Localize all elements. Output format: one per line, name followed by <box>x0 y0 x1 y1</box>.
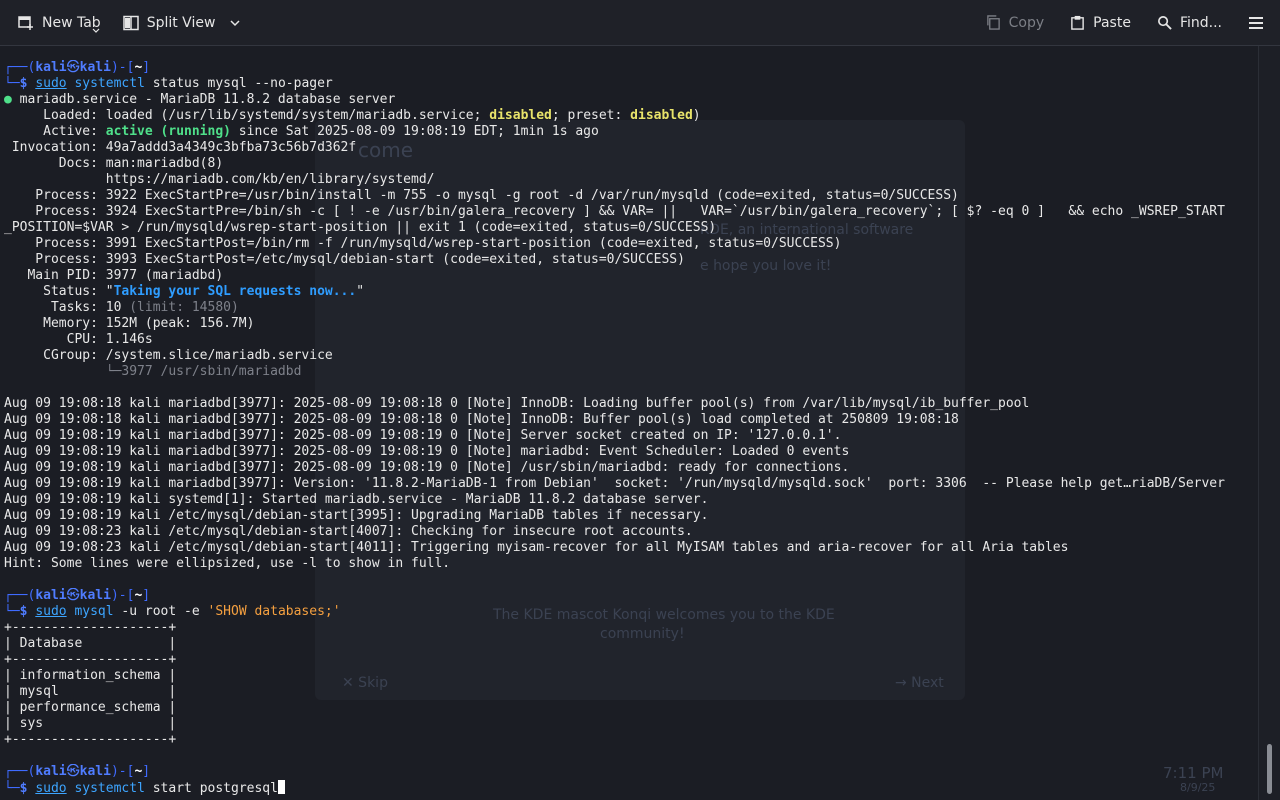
status-line: Status: "Taking your SQL requests now...… <box>4 284 365 299</box>
log-line: Aug 09 19:08:19 kali mariadbd[3977]: 202… <box>4 460 850 475</box>
docs-line: Docs: man:mariadbd(8) <box>4 156 224 171</box>
table-border: +--------------------+ <box>4 652 177 667</box>
service-line: ● mariadb.service - MariaDB 11.8.2 datab… <box>4 92 396 107</box>
process-line: Process: 3991 ExecStartPost=/bin/rm -f /… <box>4 236 842 251</box>
log-line: Aug 09 19:08:19 kali mariadbd[3977]: 202… <box>4 444 850 459</box>
prompt-line: ┌──(kali㉿kali)-[~] <box>4 764 151 779</box>
split-view-label: Split View <box>146 14 216 31</box>
command-input-line[interactable]: └─$ sudo systemctl start postgresql <box>4 780 1256 796</box>
log-line: Aug 09 19:08:18 kali mariadbd[3977]: 202… <box>4 396 1030 411</box>
table-row: | sys | <box>4 716 177 731</box>
log-line: Aug 09 19:08:23 kali /etc/mysql/debian-s… <box>4 524 693 539</box>
new-tab-menu-caret-icon[interactable] <box>92 28 100 34</box>
log-line: Aug 09 19:08:19 kali /etc/mysql/debian-s… <box>4 508 709 523</box>
copy-label: Copy <box>1008 14 1045 31</box>
log-line: Aug 09 19:08:19 kali mariadbd[3977]: 202… <box>4 428 842 443</box>
scrollbar-thumb[interactable] <box>1267 744 1272 794</box>
loaded-line: Loaded: loaded (/usr/lib/systemd/system/… <box>4 108 701 123</box>
copy-icon <box>986 15 1000 30</box>
table-row: | mysql | <box>4 684 177 699</box>
command-line: └─$ sudo systemctl status mysql --no-pag… <box>4 76 333 91</box>
terminal-output[interactable]: ┌──(kali㉿kali)-[~] └─$ sudo systemctl st… <box>0 46 1256 800</box>
memory-line: Memory: 152M (peak: 156.7M) <box>4 316 255 331</box>
main-pid-line: Main PID: 3977 (mariadbd) <box>4 268 224 283</box>
hint-line: Hint: Some lines were ellipsized, use -l… <box>4 556 451 571</box>
docs-url-line: https://mariadb.com/kb/en/library/system… <box>4 172 435 187</box>
terminal-toolbar: New Tab Split View Copy Paste Find... <box>0 0 1280 46</box>
active-line: Active: active (running) since Sat 2025-… <box>4 124 599 139</box>
chevron-down-icon[interactable] <box>229 17 241 29</box>
invocation-line: Invocation: 49a7addd3a4349c3bfba73c56b7d… <box>4 140 357 155</box>
prompt-line: ┌──(kali㉿kali)-[~] <box>4 60 151 75</box>
process-line: Process: 3924 ExecStartPre=/bin/sh -c [ … <box>4 204 1225 219</box>
cgroup-line: CGroup: /system.slice/mariadb.service <box>4 348 333 363</box>
copy-button[interactable]: Copy <box>980 7 1051 39</box>
hamburger-menu-icon <box>1249 16 1263 29</box>
log-line: Aug 09 19:08:19 kali mariadbd[3977]: Ver… <box>4 476 1225 491</box>
text-cursor <box>277 780 285 794</box>
cgroup-child-line: └─3977 /usr/sbin/mariadbd <box>4 364 302 379</box>
table-row: | performance_schema | <box>4 700 177 715</box>
table-border: +--------------------+ <box>4 732 177 747</box>
search-icon <box>1157 16 1172 30</box>
process-line-wrap: _POSITION=$VAR > /run/mysqld/wsrep-start… <box>4 220 717 235</box>
find-label: Find... <box>1179 14 1222 31</box>
log-line: Aug 09 19:08:18 kali mariadbd[3977]: 202… <box>4 412 959 427</box>
new-tab-icon <box>18 15 33 30</box>
split-view-icon <box>122 15 139 30</box>
table-border: +--------------------+ <box>4 620 177 635</box>
scrollbar-track[interactable] <box>1258 46 1280 800</box>
paste-button[interactable]: Paste <box>1064 7 1137 39</box>
paste-label: Paste <box>1093 14 1131 31</box>
command-line: └─$ sudo mysql -u root -e 'SHOW database… <box>4 604 341 619</box>
split-view-button[interactable]: Split View <box>117 7 248 39</box>
prompt-line: ┌──(kali㉿kali)-[~] <box>4 588 151 603</box>
table-row: | information_schema | <box>4 668 177 683</box>
log-line: Aug 09 19:08:23 kali /etc/mysql/debian-s… <box>4 540 1069 555</box>
cpu-line: CPU: 1.146s <box>4 332 153 347</box>
find-button[interactable]: Find... <box>1151 7 1228 39</box>
table-header: | Database | <box>4 636 177 651</box>
tasks-line: Tasks: 10 (limit: 14580) <box>4 300 239 315</box>
paste-icon <box>1071 15 1084 30</box>
process-line: Process: 3922 ExecStartPre=/usr/bin/inst… <box>4 188 959 203</box>
process-line: Process: 3993 ExecStartPost=/etc/mysql/d… <box>4 252 685 267</box>
hamburger-menu-button[interactable] <box>1242 7 1270 39</box>
log-line: Aug 09 19:08:19 kali systemd[1]: Started… <box>4 492 709 507</box>
